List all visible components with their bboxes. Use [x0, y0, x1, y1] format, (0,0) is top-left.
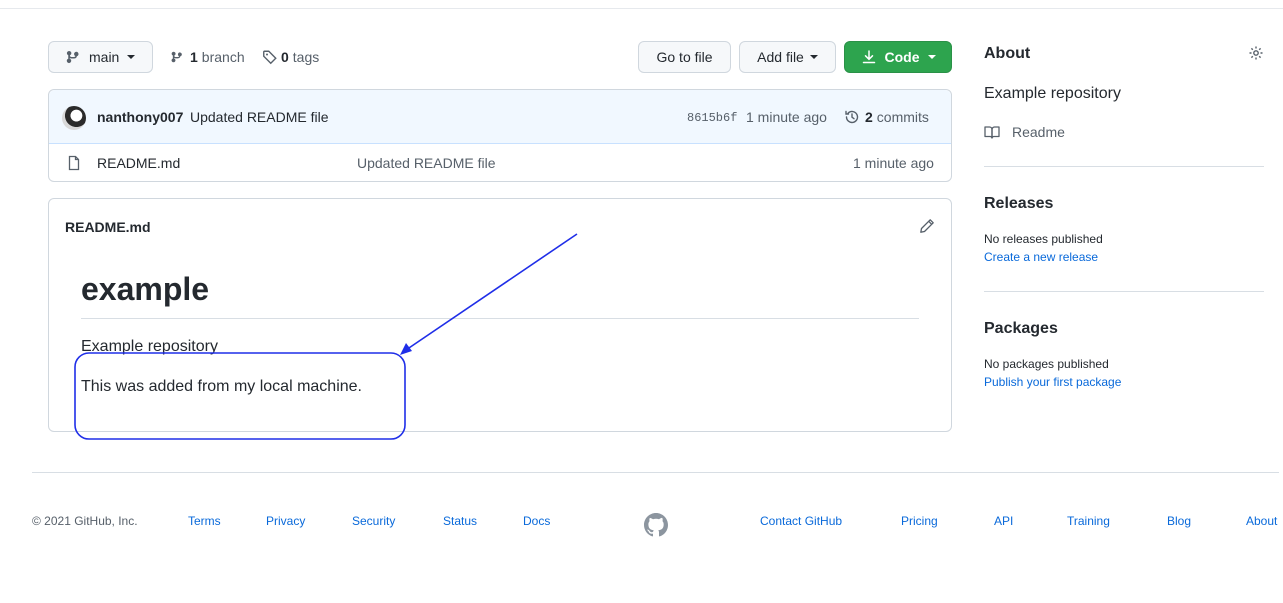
readme-paragraph: Example repository — [81, 338, 218, 355]
readme-box: README.md example Example repository Thi… — [48, 198, 952, 432]
file-name[interactable]: README.md — [97, 155, 180, 171]
repo-description: Example repository — [984, 85, 1121, 102]
commits-link[interactable]: 2 commits — [844, 109, 929, 125]
branch-name: main — [89, 49, 120, 65]
commit-count: 2 — [865, 109, 873, 125]
code-button[interactable]: Code — [844, 41, 952, 73]
sidebar-divider — [984, 291, 1264, 292]
footer-link-api[interactable]: API — [994, 514, 1013, 528]
footer-link-docs[interactable]: Docs — [523, 514, 550, 528]
book-icon — [984, 126, 1000, 139]
commit-label: commits — [876, 109, 929, 125]
chevron-down-icon — [927, 55, 936, 59]
publish-package-link[interactable]: Publish your first package — [984, 375, 1121, 389]
footer-link-training[interactable]: Training — [1067, 514, 1110, 528]
readme-paragraph: This was added from my local machine. — [81, 378, 362, 395]
download-icon — [862, 50, 875, 64]
gear-icon[interactable] — [1248, 45, 1264, 61]
branch-label: branch — [201, 49, 245, 65]
tag-count: 0 — [281, 49, 289, 65]
footer-link-pricing[interactable]: Pricing — [901, 514, 938, 528]
readme-link[interactable]: Readme — [984, 124, 1065, 140]
chevron-down-icon — [127, 55, 136, 59]
go-to-file-label: Go to file — [656, 49, 713, 65]
tag-icon — [263, 50, 277, 65]
commit-time: 1 minute ago — [746, 109, 827, 125]
footer-link-privacy[interactable]: Privacy — [266, 514, 305, 528]
sidebar-divider — [984, 166, 1264, 167]
footer-link-blog[interactable]: Blog — [1167, 514, 1191, 528]
readme-filename[interactable]: README.md — [65, 219, 151, 235]
readme-heading: example — [81, 271, 210, 307]
packages-title[interactable]: Packages — [984, 320, 1058, 338]
code-label: Code — [884, 49, 920, 65]
footer-link-status[interactable]: Status — [443, 514, 477, 528]
about-title: About — [984, 45, 1031, 62]
file-list-box: nanthony007 Updated README file 8615b6f … — [48, 89, 952, 182]
file-commit-message[interactable]: Updated README file — [357, 155, 496, 171]
branch-icon — [66, 50, 79, 64]
commit-author[interactable]: nanthony007 — [97, 109, 183, 125]
github-logo-icon[interactable] — [644, 513, 668, 537]
header-divider — [0, 8, 1283, 9]
avatar[interactable] — [62, 106, 86, 130]
file-commit-time: 1 minute ago — [853, 155, 934, 171]
releases-empty-text: No releases published — [984, 232, 1103, 246]
packages-empty-text: No packages published — [984, 357, 1109, 371]
footer-copyright: © 2021 GitHub, Inc. — [32, 514, 138, 528]
add-file-button[interactable]: Add file — [739, 41, 836, 73]
branches-link[interactable]: 1 branch — [170, 48, 245, 66]
file-icon — [68, 155, 80, 171]
tag-label: tags — [292, 49, 320, 65]
create-release-link[interactable]: Create a new release — [984, 250, 1098, 264]
branch-select-button[interactable]: main — [48, 41, 153, 73]
readme-link-label: Readme — [1012, 124, 1065, 140]
history-icon — [845, 110, 859, 124]
commit-message[interactable]: Updated README file — [190, 109, 329, 125]
pencil-icon[interactable] — [919, 218, 935, 234]
branch-icon — [171, 51, 182, 63]
go-to-file-button[interactable]: Go to file — [638, 41, 731, 73]
footer-link-security[interactable]: Security — [352, 514, 395, 528]
commit-sha[interactable]: 8615b6f — [687, 111, 737, 125]
footer-link-contact[interactable]: Contact GitHub — [760, 514, 842, 528]
readme-heading-rule — [81, 318, 919, 319]
branch-count: 1 — [190, 49, 198, 65]
add-file-label: Add file — [757, 49, 804, 65]
footer-link-about[interactable]: About — [1246, 514, 1277, 528]
footer-link-terms[interactable]: Terms — [188, 514, 221, 528]
releases-title[interactable]: Releases — [984, 195, 1053, 213]
chevron-down-icon — [809, 55, 818, 59]
footer-divider — [32, 472, 1279, 473]
table-row[interactable]: README.md Updated README file 1 minute a… — [49, 144, 951, 181]
tags-link[interactable]: 0 tags — [262, 48, 319, 66]
